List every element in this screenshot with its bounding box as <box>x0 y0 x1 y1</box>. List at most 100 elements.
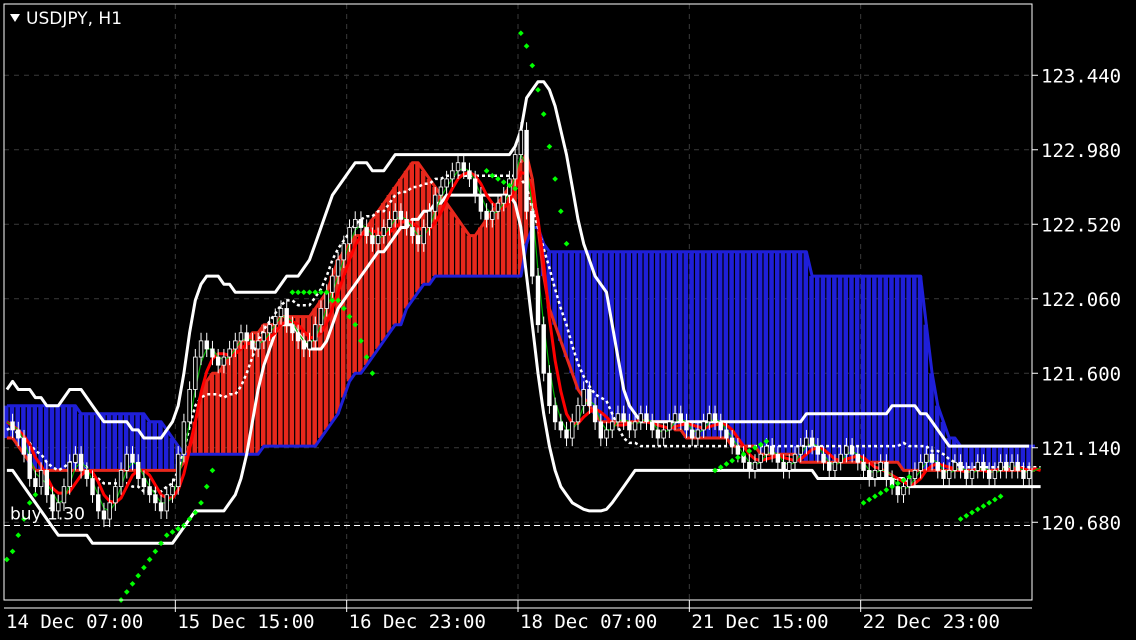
candle-body[interactable] <box>535 275 541 326</box>
candle-body[interactable] <box>975 461 980 471</box>
candle-body[interactable] <box>227 348 232 358</box>
candle-body[interactable] <box>96 494 101 512</box>
candle-body[interactable] <box>398 210 404 220</box>
candle-body[interactable] <box>849 445 855 455</box>
candle-body[interactable] <box>455 162 461 172</box>
candle-body[interactable] <box>387 219 392 228</box>
candle-body[interactable] <box>695 429 701 439</box>
candle-body[interactable] <box>472 178 478 196</box>
candle-body[interactable] <box>295 332 301 342</box>
candle-body[interactable] <box>193 356 198 390</box>
candle-body[interactable] <box>44 470 50 496</box>
candle-body[interactable] <box>261 332 267 342</box>
price-chart[interactable]: buy 1.30 123.440 122.980 122.520 122.060 121… <box>0 0 1136 640</box>
candle-body[interactable] <box>764 445 769 455</box>
candle-body[interactable] <box>946 470 952 479</box>
candle-body[interactable] <box>301 340 307 350</box>
candle-body[interactable] <box>421 227 426 245</box>
candle-body[interactable] <box>986 470 992 479</box>
candle-body[interactable] <box>78 453 84 471</box>
candle-body[interactable] <box>341 243 347 261</box>
candle-body[interactable] <box>747 461 752 471</box>
candle-body[interactable] <box>375 235 381 245</box>
candle-body[interactable] <box>638 413 643 423</box>
candle-body[interactable] <box>981 461 986 471</box>
candle-body[interactable] <box>821 453 826 463</box>
candle-body[interactable] <box>113 486 118 504</box>
candle-body[interactable] <box>67 461 72 488</box>
candle-body[interactable] <box>530 210 535 277</box>
candle-body[interactable] <box>855 453 861 463</box>
candle-body[interactable] <box>101 510 107 520</box>
candle-body[interactable] <box>575 405 581 423</box>
candle-body[interactable] <box>27 453 32 479</box>
candle-body[interactable] <box>1009 461 1015 471</box>
candle-body[interactable] <box>615 413 621 423</box>
candle-body[interactable] <box>204 340 209 350</box>
candle-body[interactable] <box>73 453 78 463</box>
candle-body[interactable] <box>84 470 90 479</box>
candle-body[interactable] <box>175 453 181 488</box>
candle-body[interactable] <box>752 461 758 471</box>
candle-body[interactable] <box>924 453 929 463</box>
candle-body[interactable] <box>592 405 598 423</box>
candle-body[interactable] <box>547 372 552 407</box>
candle-body[interactable] <box>478 194 484 212</box>
candle-body[interactable] <box>524 129 529 212</box>
candle-body[interactable] <box>501 194 506 204</box>
candle-body[interactable] <box>724 429 729 439</box>
candle-body[interactable] <box>895 486 900 496</box>
candle-body[interactable] <box>244 332 249 342</box>
candle-body[interactable] <box>684 421 689 431</box>
candle-body[interactable] <box>827 461 832 471</box>
candle-body[interactable] <box>792 453 798 463</box>
candle-body[interactable] <box>10 421 15 431</box>
candle-body[interactable] <box>958 461 963 471</box>
candle-body[interactable] <box>655 429 661 439</box>
candle-body[interactable] <box>147 486 152 496</box>
candle-body[interactable] <box>587 389 592 407</box>
candle-body[interactable] <box>358 219 364 228</box>
candle-body[interactable] <box>729 437 735 447</box>
candle-body[interactable] <box>861 461 866 471</box>
candle-body[interactable] <box>661 429 666 439</box>
candle-body[interactable] <box>90 478 95 496</box>
candle-body[interactable] <box>1026 470 1032 479</box>
candle-body[interactable] <box>495 202 501 212</box>
candle-body[interactable] <box>61 486 67 504</box>
candle-body[interactable] <box>467 170 472 180</box>
candle-body[interactable] <box>998 461 1003 471</box>
candle-body[interactable] <box>381 227 386 236</box>
candle-body[interactable] <box>707 413 712 423</box>
candle-body[interactable] <box>370 235 375 245</box>
candle-body[interactable] <box>838 453 843 463</box>
candle-body[interactable] <box>992 470 998 479</box>
candle-body[interactable] <box>929 453 935 463</box>
candle-body[interactable] <box>758 453 763 463</box>
candle-body[interactable] <box>621 413 626 423</box>
candle-body[interactable] <box>964 470 969 479</box>
candle-body[interactable] <box>884 461 889 479</box>
candle-body[interactable] <box>347 227 352 245</box>
candle-body[interactable] <box>484 210 489 220</box>
candle-body[interactable] <box>118 470 124 488</box>
candle-body[interactable] <box>935 461 940 471</box>
candle-body[interactable] <box>1015 461 1020 471</box>
candle-body[interactable] <box>798 445 803 455</box>
candle-body[interactable] <box>313 324 318 342</box>
candle-body[interactable] <box>210 348 215 358</box>
candle-body[interactable] <box>38 470 44 488</box>
candle-body[interactable] <box>672 413 678 423</box>
candle-body[interactable] <box>335 259 341 277</box>
candle-body[interactable] <box>804 437 809 447</box>
candle-body[interactable] <box>427 210 432 228</box>
candle-body[interactable] <box>941 470 946 479</box>
candle-body[interactable] <box>136 461 141 479</box>
candle-body[interactable] <box>130 453 135 463</box>
candle-body[interactable] <box>775 453 781 463</box>
candle-body[interactable] <box>667 421 672 431</box>
candle-body[interactable] <box>215 356 221 366</box>
candle-body[interactable] <box>701 421 706 431</box>
candle-body[interactable] <box>141 478 147 488</box>
candle-body[interactable] <box>735 445 741 455</box>
